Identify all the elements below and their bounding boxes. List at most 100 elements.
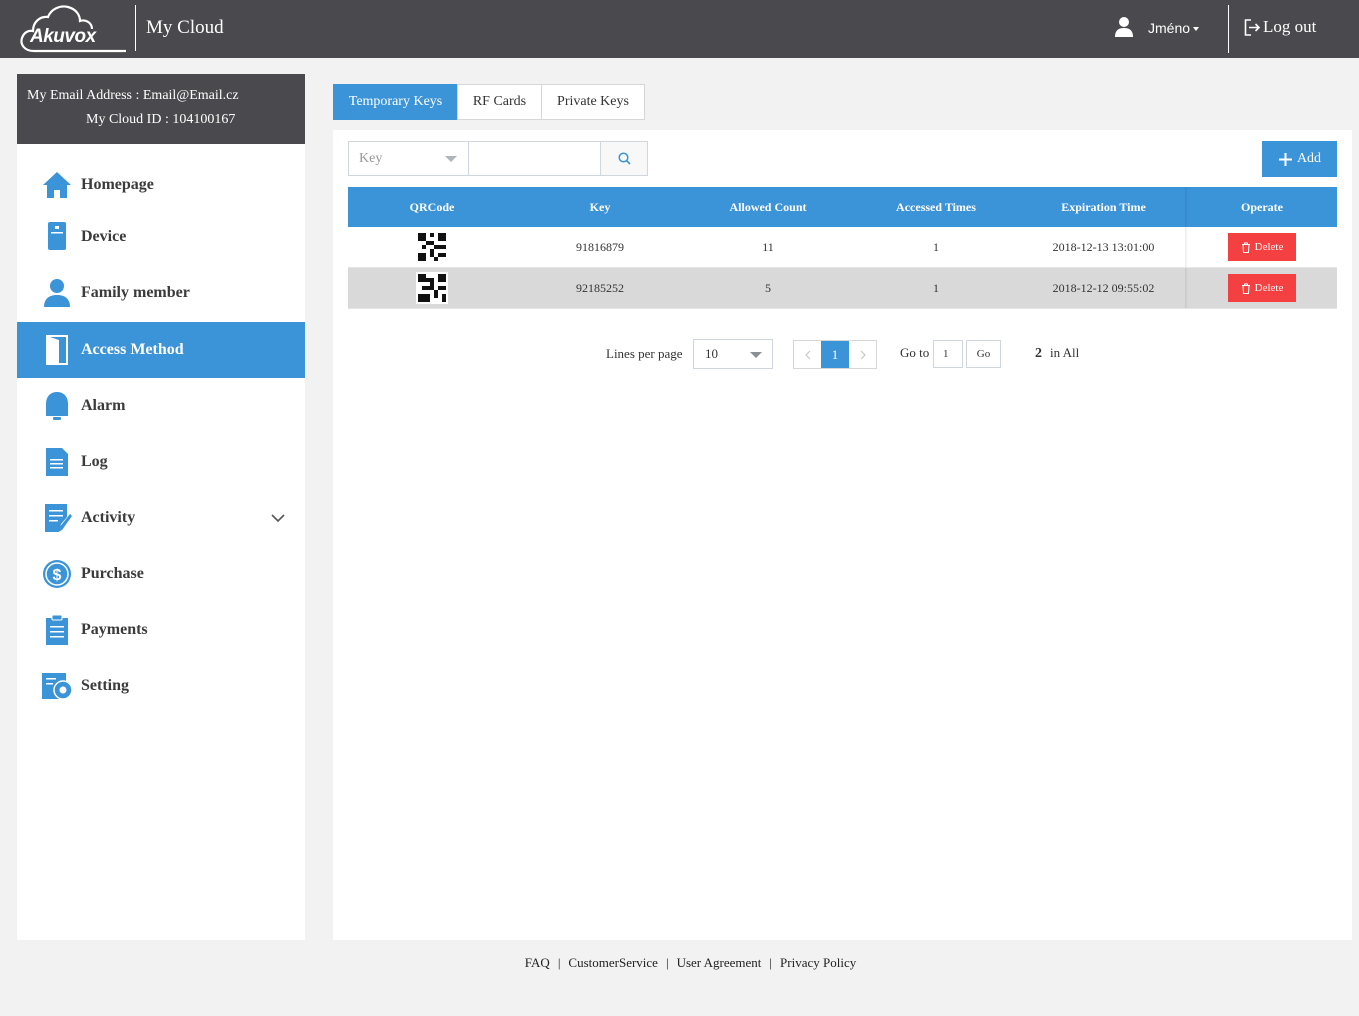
sidebar-item-family-member[interactable]: Family member	[17, 265, 305, 321]
app-title: My Cloud	[146, 17, 224, 38]
chevron-right-icon	[860, 350, 866, 359]
sidebar-item-label: Family member	[81, 284, 190, 301]
plus-icon	[1278, 152, 1292, 166]
total-number: 2	[1035, 346, 1042, 361]
search-icon	[617, 152, 631, 165]
add-button[interactable]: Add	[1262, 141, 1337, 177]
keys-table: QRCode Key Allowed Count Accessed Times …	[348, 187, 1337, 309]
sidebar-item-label: Alarm	[81, 397, 126, 414]
qrcode-cell	[348, 268, 516, 308]
add-label: Add	[1296, 151, 1322, 166]
footer-link-user-agreement[interactable]: User Agreement	[677, 955, 762, 970]
tab-temporary-keys[interactable]: Temporary Keys	[333, 84, 458, 120]
top-bar: Akuvox My Cloud Jméno Log out	[0, 0, 1359, 58]
logout-button[interactable]: Log out	[1244, 17, 1316, 37]
sidebar-item-alarm[interactable]: Alarm	[17, 378, 305, 434]
column-header-qrcode: QRCode	[409, 199, 455, 214]
logout-label: Log out	[1263, 17, 1317, 36]
bell-icon	[46, 392, 68, 420]
sidebar-item-label: Homepage	[81, 176, 154, 193]
caret-down-icon[interactable]	[1193, 27, 1199, 31]
search-button[interactable]	[600, 141, 648, 176]
column-header-allowed-count: Allowed Count	[729, 199, 807, 214]
column-header-operate: Operate	[1241, 199, 1283, 214]
sidebar-item-access-method[interactable]: Access Method	[17, 322, 305, 378]
key-cell: 92185252	[576, 280, 624, 295]
page-number-current[interactable]: 1	[821, 341, 849, 368]
delete-button[interactable]: Delete	[1228, 233, 1296, 261]
trash-icon	[1241, 242, 1250, 253]
pagination: 1	[793, 340, 877, 369]
accessed-times-cell: 1	[933, 239, 939, 254]
qrcode-cell	[348, 227, 516, 267]
sidebar-item-label: Payments	[81, 621, 148, 638]
device-icon	[48, 222, 66, 250]
next-page-button[interactable]	[849, 341, 876, 368]
search-input[interactable]	[469, 141, 601, 176]
goto-page-input[interactable]: 1	[933, 340, 963, 368]
operate-cell: Delete	[1187, 227, 1337, 267]
home-icon	[43, 172, 71, 198]
qr-code-icon[interactable]	[418, 274, 446, 302]
email-address: My Email Address : Email@Email.cz	[27, 88, 239, 103]
footer-separator: |	[665, 955, 669, 970]
sidebar-item-label: Log	[81, 453, 108, 470]
allowed-count-cell: 11	[762, 239, 774, 254]
table-header: QRCode Key Allowed Count Accessed Times …	[348, 187, 1337, 227]
total-count: 2 in All	[1035, 345, 1079, 362]
document-icon	[46, 448, 68, 476]
expiration-cell: 2018-12-13 13:01:00	[1052, 239, 1155, 254]
footer-link-faq[interactable]: FAQ	[525, 955, 550, 970]
lines-per-page-select[interactable]: 10	[693, 339, 773, 369]
sidebar-item-device[interactable]: Device	[17, 209, 305, 265]
qr-code-frame	[416, 272, 448, 304]
lines-per-page-label: Lines per page	[606, 346, 683, 361]
sidebar-item-purchase[interactable]: $ Purchase	[17, 546, 305, 602]
operate-cell: Delete	[1187, 268, 1337, 308]
dollar-icon: $	[43, 560, 71, 588]
logo-text: Akuvox	[30, 26, 96, 47]
footer-link-privacy-policy[interactable]: Privacy Policy	[780, 955, 856, 970]
column-header-accessed-times: Accessed Times	[896, 199, 976, 214]
allowed-count-cell: 5	[765, 280, 771, 295]
cloud-id: My Cloud ID : 104100167	[86, 112, 236, 127]
key-cell: 91816879	[576, 239, 624, 254]
chevron-left-icon	[804, 350, 810, 359]
edit-list-icon	[45, 504, 72, 532]
clipboard-icon	[46, 614, 68, 645]
settings-icon	[42, 673, 73, 700]
prev-page-button[interactable]	[794, 341, 821, 368]
sidebar-item-log[interactable]: Log	[17, 434, 305, 490]
sidebar-item-setting[interactable]: Setting	[17, 658, 305, 714]
svg-text:$: $	[53, 567, 62, 584]
door-icon	[46, 335, 68, 365]
tab-strip: Temporary Keys RF Cards Private Keys	[333, 74, 1352, 130]
total-suffix: in All	[1050, 345, 1080, 360]
filter-field-select[interactable]: Key	[348, 141, 469, 176]
sidebar-item-homepage[interactable]: Homepage	[17, 157, 305, 213]
sidebar: My Email Address : Email@Email.cz My Clo…	[17, 74, 305, 940]
sidebar-item-payments[interactable]: Payments	[17, 602, 305, 658]
table-row: 92185252 5 1 2018-12-12 09:55:02 Delete	[348, 268, 1337, 309]
table-row: 91816879 11 1 2018-12-13 13:01:00 Delete	[348, 227, 1337, 268]
sidebar-item-label: Device	[81, 228, 127, 245]
column-header-key: Key	[589, 199, 611, 214]
tab-private-keys[interactable]: Private Keys	[541, 84, 645, 120]
qr-code-icon[interactable]	[418, 233, 446, 261]
header-divider	[1228, 5, 1229, 53]
logout-icon	[1244, 18, 1261, 36]
user-menu[interactable]: Jméno	[1148, 20, 1190, 36]
footer-link-customer-service[interactable]: CustomerService	[568, 955, 658, 970]
user-icon[interactable]	[1114, 16, 1134, 38]
delete-button[interactable]: Delete	[1228, 274, 1296, 302]
dropdown-arrow-icon	[750, 352, 762, 358]
go-button[interactable]: Go	[966, 340, 1001, 368]
sidebar-item-activity[interactable]: Activity	[17, 490, 305, 546]
delete-label: Delete	[1254, 241, 1284, 253]
dropdown-arrow-icon	[445, 156, 457, 162]
footer: FAQ | CustomerService | User Agreement | Priva…	[0, 955, 1359, 971]
chevron-down-icon[interactable]	[271, 513, 285, 523]
person-icon	[44, 279, 70, 307]
tab-rf-cards[interactable]: RF Cards	[457, 84, 542, 120]
expiration-cell: 2018-12-12 09:55:02	[1052, 280, 1155, 295]
